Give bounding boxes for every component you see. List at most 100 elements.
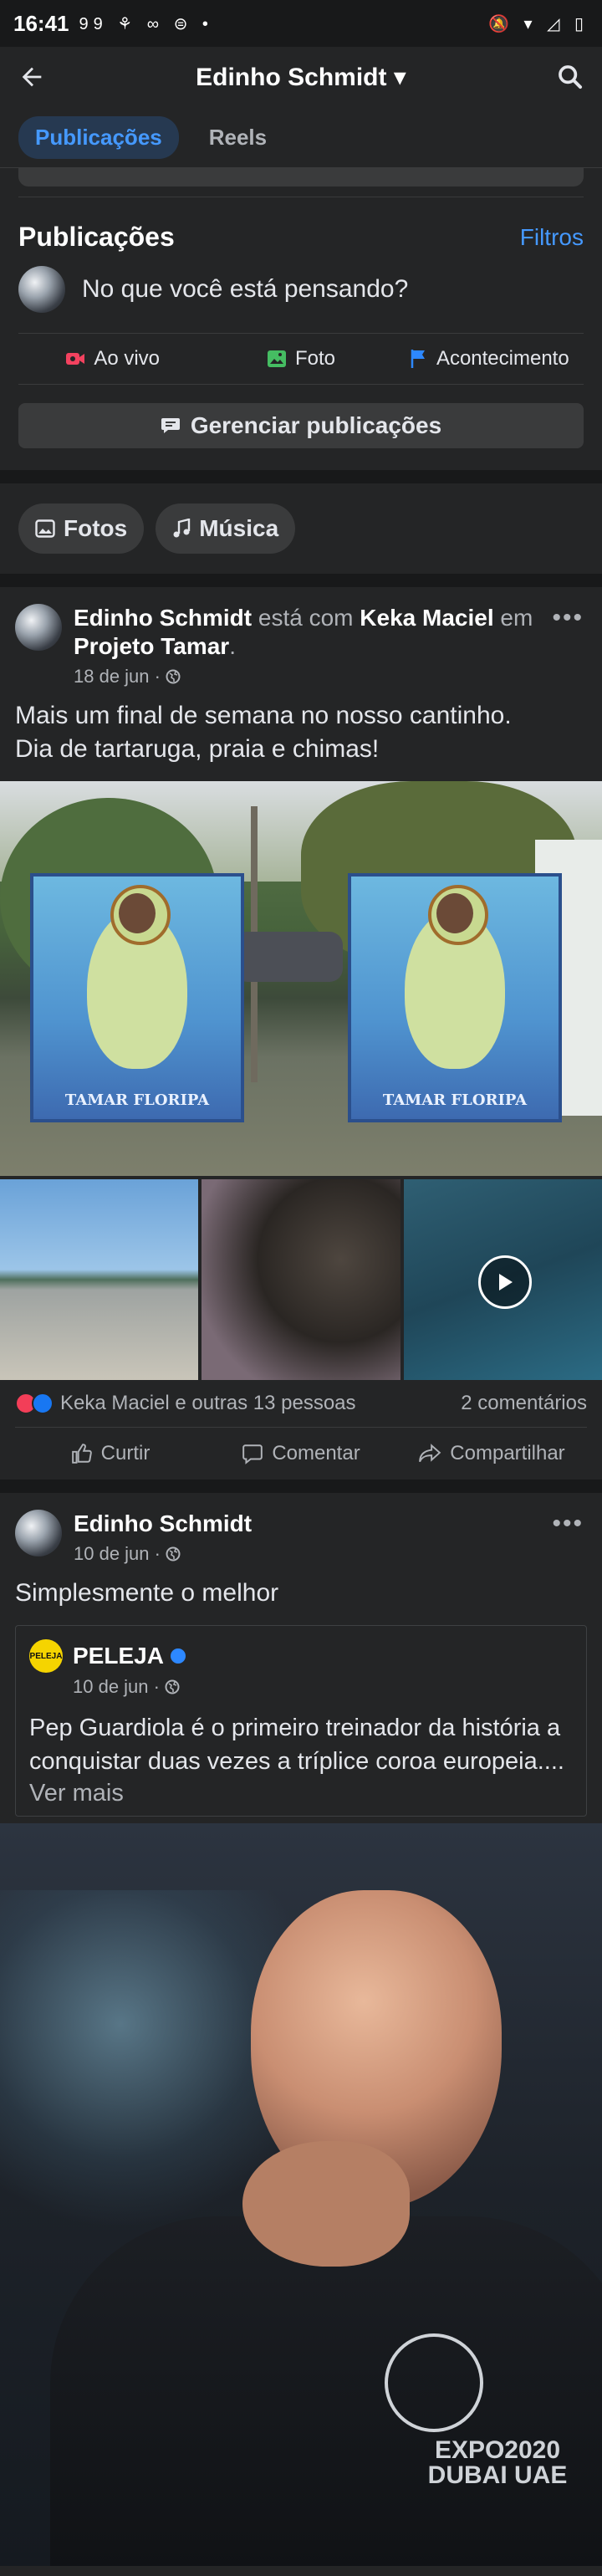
- post-actions: Curtir Comentar Compartilhar: [15, 1427, 587, 1480]
- post-header: Edinho Schmidt está com Keka Maciel em P…: [0, 587, 602, 687]
- see-more-link[interactable]: Ver mais: [29, 1780, 573, 1807]
- post-author[interactable]: Edinho Schmidt: [74, 1510, 252, 1536]
- photo-label: Foto: [294, 347, 335, 370]
- status-time: 16:41: [13, 10, 69, 36]
- post-photo-row: [0, 1179, 602, 1380]
- reactions-text: Keka Maciel e outras 13 pessoas: [60, 1392, 356, 1414]
- app-bar: Edinho Schmidt ▾: [0, 47, 602, 107]
- post-author[interactable]: Edinho Schmidt: [74, 605, 252, 631]
- board-label: TAMAR FLORIPA: [382, 1091, 528, 1109]
- comment-icon: [242, 1444, 263, 1464]
- chip-musica-label: Música: [199, 515, 279, 541]
- club-badge: [385, 2333, 483, 2432]
- flag-icon: [411, 350, 425, 368]
- shared-date-text: 10 de jun ·: [73, 1676, 160, 1697]
- profile-title[interactable]: Edinho Schmidt ▾: [50, 63, 552, 92]
- shared-page-name[interactable]: PELEJA: [73, 1643, 186, 1669]
- reaction-icons: [15, 1393, 54, 1414]
- search-icon[interactable]: [552, 59, 589, 95]
- more-options-icon[interactable]: •••: [552, 1510, 584, 1565]
- clipped-button: [18, 168, 584, 187]
- turtle-board-left: TAMAR FLORIPA: [30, 873, 244, 1122]
- more-options-icon[interactable]: •••: [552, 604, 584, 687]
- like-reaction-icon: [32, 1393, 54, 1414]
- comments-count[interactable]: 2 comentários: [461, 1392, 587, 1415]
- publications-heading: Publicações: [18, 222, 175, 252]
- sponsor-text: EXPO2020 DUBAI UAE: [427, 2436, 568, 2489]
- manage-posts-button[interactable]: Gerenciar publicações: [18, 403, 584, 448]
- beach-photo[interactable]: [0, 1179, 199, 1380]
- life-event-button[interactable]: Acontecimento: [395, 347, 584, 371]
- section-separator: [0, 1480, 602, 1493]
- system-icons: 🔕 ▾ ◿ ▯: [488, 14, 589, 33]
- avatar[interactable]: [15, 604, 62, 651]
- section-separator: [0, 574, 602, 587]
- live-video-label: Ao vivo: [94, 347, 161, 370]
- shared-date: 10 de jun ·: [73, 1676, 573, 1698]
- post-header: Edinho Schmidt 10 de jun · •••: [0, 1493, 602, 1565]
- chip-fotos[interactable]: Fotos: [18, 503, 145, 554]
- post-place[interactable]: Projeto Tamar: [74, 633, 229, 659]
- hand: [242, 2141, 410, 2267]
- photo-icon: [35, 519, 55, 538]
- like-button[interactable]: Curtir: [15, 1442, 206, 1465]
- tagged-person[interactable]: Keka Maciel: [360, 605, 493, 631]
- post-period: .: [229, 633, 236, 659]
- tab-publicacoes[interactable]: Publicações: [18, 115, 179, 159]
- shared-text: Pep Guardiola é o primeiro treinador da …: [29, 1715, 564, 1775]
- play-icon[interactable]: [478, 1255, 533, 1309]
- post-date[interactable]: 10 de jun ·: [74, 1543, 161, 1565]
- filters-link[interactable]: Filtros: [520, 224, 584, 251]
- section-separator: [0, 470, 602, 483]
- post-date[interactable]: 18 de jun ·: [74, 666, 161, 687]
- reactions[interactable]: Keka Maciel e outras 13 pessoas: [15, 1392, 356, 1415]
- post-text: Simplesmente o melhor: [15, 1579, 279, 1607]
- gap: [0, 1817, 602, 1823]
- shared-photo[interactable]: EXPO2020 DUBAI UAE: [0, 1823, 602, 2566]
- speech-bubble-icon: [161, 418, 180, 433]
- avatar[interactable]: [15, 1510, 62, 1556]
- pool-video[interactable]: [403, 1179, 602, 1380]
- composer[interactable]: No que você está pensando?: [18, 266, 584, 313]
- avatar[interactable]: [18, 266, 65, 313]
- jacket: [50, 2216, 602, 2566]
- board-label: TAMAR FLORIPA: [64, 1091, 210, 1109]
- comment-label: Comentar: [272, 1442, 360, 1464]
- music-note-icon: [173, 519, 191, 538]
- shared-page-name-text: PELEJA: [73, 1643, 164, 1669]
- post-at-text: em: [493, 605, 533, 631]
- shared-post-card[interactable]: PELEJA PELEJA 10 de jun · Pep Guardiola …: [15, 1625, 587, 1817]
- globe-icon: [165, 1679, 180, 1694]
- chip-musica[interactable]: Música: [156, 503, 296, 554]
- post-photo-main[interactable]: TAMAR FLORIPA TAMAR FLORIPA: [0, 781, 602, 1176]
- life-event-label: Acontecimento: [436, 347, 569, 370]
- globe-icon: [166, 669, 181, 684]
- thumbs-up-icon: [71, 1444, 92, 1464]
- live-video-button[interactable]: Ao vivo: [18, 347, 207, 371]
- profile-tabs: Publicações Reels: [0, 107, 602, 168]
- live-video-icon: [66, 353, 85, 365]
- photo-icon: [267, 350, 286, 367]
- car: [234, 932, 343, 982]
- filter-chips: Fotos Música: [0, 483, 602, 574]
- back-arrow-icon[interactable]: [13, 59, 50, 95]
- turtle-board-right: TAMAR FLORIPA: [348, 873, 562, 1122]
- post-text: Mais um final de semana no nosso cantinh…: [15, 702, 512, 763]
- tab-reels[interactable]: Reels: [192, 116, 283, 159]
- post: Edinho Schmidt está com Keka Maciel em P…: [0, 587, 602, 1480]
- manage-posts-label: Gerenciar publicações: [190, 412, 442, 438]
- share-button[interactable]: Compartilhar: [396, 1442, 587, 1465]
- publications-section: Publicações Filtros No que você está pen…: [0, 202, 602, 448]
- post-stats: Keka Maciel e outras 13 pessoas 2 coment…: [0, 1380, 602, 1427]
- post-with-text: está com: [252, 605, 360, 631]
- composer-actions: Ao vivo Foto Acontecimento: [18, 333, 584, 385]
- peleja-logo[interactable]: PELEJA: [29, 1639, 63, 1673]
- photo-button[interactable]: Foto: [207, 347, 395, 371]
- selfie-photo[interactable]: [202, 1179, 400, 1380]
- globe-icon: [166, 1546, 181, 1561]
- composer-placeholder[interactable]: No que você está pensando?: [82, 275, 408, 304]
- comment-button[interactable]: Comentar: [206, 1442, 396, 1465]
- post: Edinho Schmidt 10 de jun · ••• Simplesme…: [0, 1493, 602, 2566]
- notification-icons: 99 ⚘ ∞ ⊜ •: [79, 14, 213, 33]
- share-icon: [419, 1444, 441, 1463]
